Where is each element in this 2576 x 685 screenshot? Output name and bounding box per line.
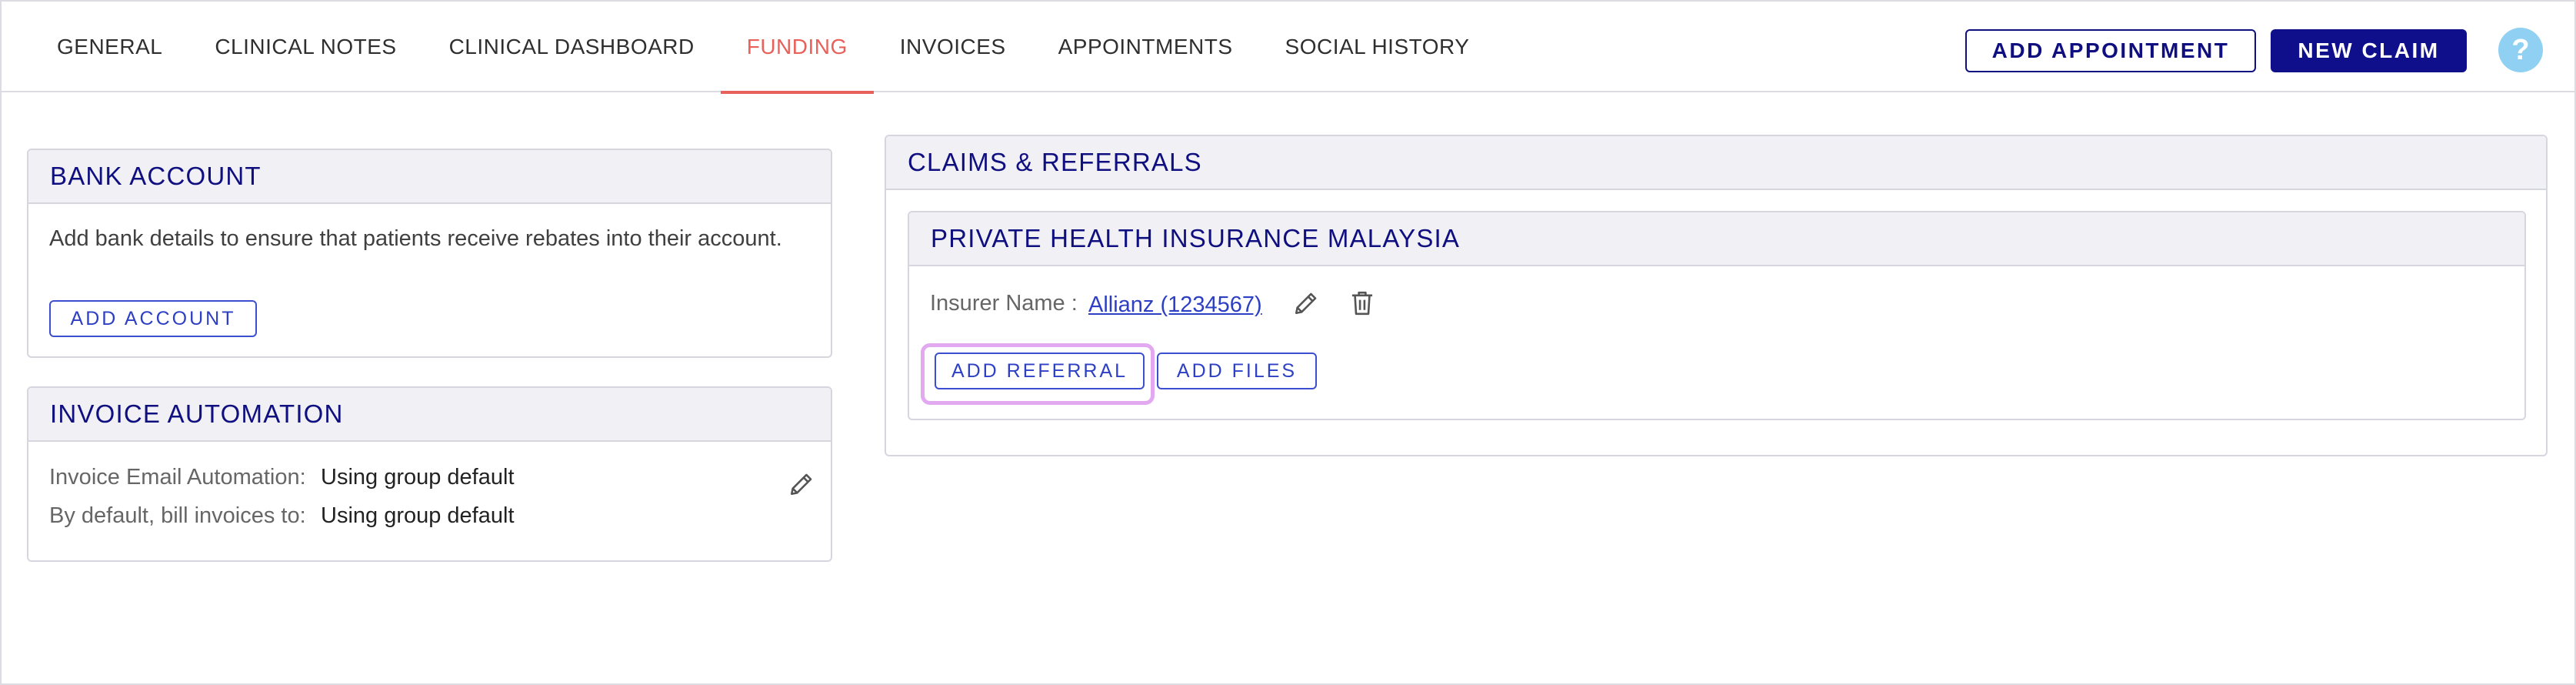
tab-clinical-notes[interactable]: CLINICAL NOTES (188, 2, 422, 92)
invoice-automation-title: INVOICE AUTOMATION (28, 388, 831, 442)
tab-social-history[interactable]: SOCIAL HISTORY (1259, 2, 1496, 92)
insurer-name-label: Insurer Name : (930, 291, 1078, 316)
help-question-icon[interactable]: ? (2498, 28, 2543, 72)
invoice-email-automation-label: Invoice Email Automation: (49, 465, 306, 490)
bank-account-panel: BANK ACCOUNT Add bank details to ensure … (27, 149, 832, 358)
bill-invoices-to-label: By default, bill invoices to: (49, 503, 306, 528)
pencil-icon[interactable] (786, 469, 817, 500)
tab-appointments[interactable]: APPOINTMENTS (1032, 2, 1259, 92)
tab-funding[interactable]: FUNDING (720, 2, 874, 94)
add-account-button[interactable]: ADD ACCOUNT (49, 300, 257, 337)
insurer-card: PRIVATE HEALTH INSURANCE MALAYSIA Insure… (908, 211, 2526, 420)
trash-icon[interactable] (1347, 288, 1378, 319)
add-files-button[interactable]: ADD FILES (1157, 353, 1317, 389)
pencil-icon[interactable] (1291, 288, 1321, 319)
bank-account-title: BANK ACCOUNT (28, 150, 831, 204)
tab-invoices[interactable]: INVOICES (874, 2, 1032, 92)
bank-account-description: Add bank details to ensure that patients… (49, 226, 782, 251)
insurer-name-link[interactable]: Allianz (1234567) (1088, 292, 1262, 318)
insurer-card-title: PRIVATE HEALTH INSURANCE MALAYSIA (909, 212, 2524, 266)
new-claim-button[interactable]: NEW CLAIM (2271, 29, 2467, 72)
bill-invoices-to-value: Using group default (321, 503, 515, 528)
tab-clinical-dashboard[interactable]: CLINICAL DASHBOARD (423, 2, 721, 92)
top-navigation: GENERAL CLINICAL NOTES CLINICAL DASHBOAR… (2, 2, 2574, 94)
add-appointment-button[interactable]: ADD APPOINTMENT (1965, 29, 2256, 72)
invoice-email-automation-value: Using group default (321, 465, 515, 490)
invoice-automation-panel: INVOICE AUTOMATION Invoice Email Automat… (27, 386, 832, 562)
claims-referrals-panel: CLAIMS & REFERRALS PRIVATE HEALTH INSURA… (885, 135, 2548, 456)
claims-referrals-title: CLAIMS & REFERRALS (886, 136, 2546, 190)
tab-bar: GENERAL CLINICAL NOTES CLINICAL DASHBOAR… (31, 2, 1496, 94)
add-referral-button[interactable]: ADD REFERRAL (935, 353, 1145, 389)
tab-general[interactable]: GENERAL (31, 2, 188, 92)
